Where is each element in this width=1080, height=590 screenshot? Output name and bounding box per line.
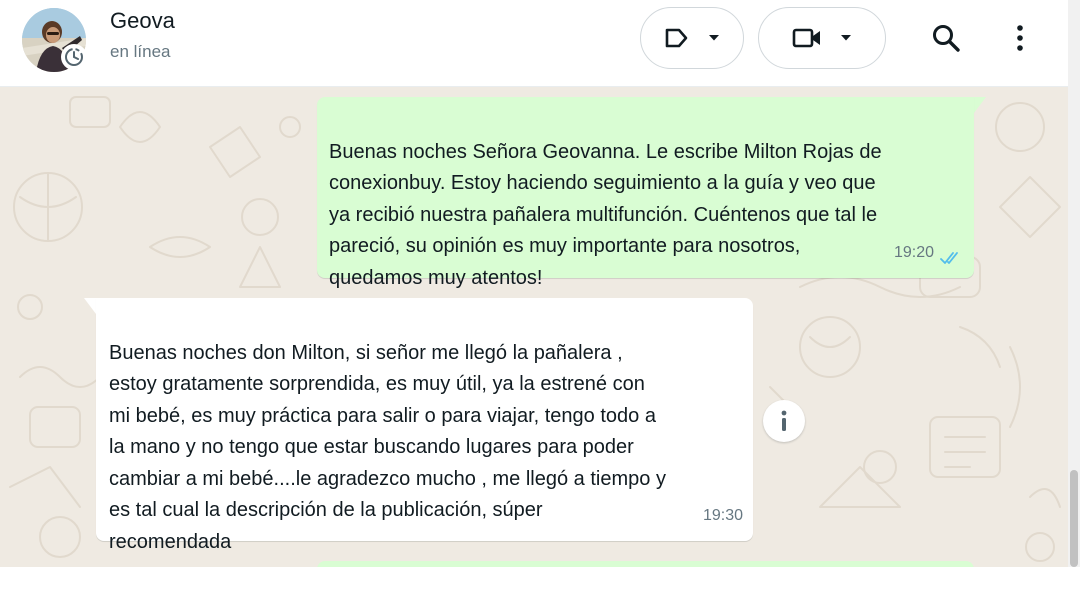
more-vertical-icon [1017, 25, 1023, 51]
scrollbar-thumb[interactable] [1070, 470, 1078, 567]
contact-name[interactable]: Geova [110, 8, 175, 34]
message-time: 19:20 [893, 243, 934, 261]
label-tag-icon [665, 28, 688, 48]
message-text: Buenas noches Señora Geovanna. Le escrib… [329, 140, 882, 289]
chevron-down-icon [709, 35, 719, 41]
info-icon [781, 410, 787, 431]
message-list[interactable]: Buenas noches Señora Geovanna. Le escrib… [0, 87, 1068, 567]
status-ring-icon[interactable] [61, 44, 87, 70]
message-text: Buenas noches don Milton, si señor me ll… [109, 341, 666, 553]
search-icon [933, 25, 960, 52]
video-camera-icon [792, 28, 820, 48]
message-info-button[interactable] [763, 400, 805, 442]
chevron-down-icon [841, 35, 851, 41]
incoming-message[interactable]: Buenas noches don Milton, si señor me ll… [96, 298, 753, 553]
contact-status: en línea [110, 42, 171, 61]
incoming-bubble-tail [84, 298, 96, 314]
outgoing-bubble-tail [974, 97, 986, 113]
menu-button[interactable] [996, 14, 1044, 62]
message-time: 19:30 [702, 506, 743, 524]
video-call-button[interactable] [758, 7, 886, 69]
whatsapp-chat-window: Geova en línea Buenas noches Señora Geov… [0, 0, 1080, 590]
search-button[interactable] [922, 14, 970, 62]
bottom-edge [0, 567, 1080, 590]
outgoing-message[interactable]: Buenas noches Señora Geovanna. Le escrib… [317, 97, 974, 289]
double-check-read-icon [940, 252, 958, 264]
chat-header: Geova en línea [0, 0, 1068, 87]
label-chat-button[interactable] [640, 7, 744, 69]
